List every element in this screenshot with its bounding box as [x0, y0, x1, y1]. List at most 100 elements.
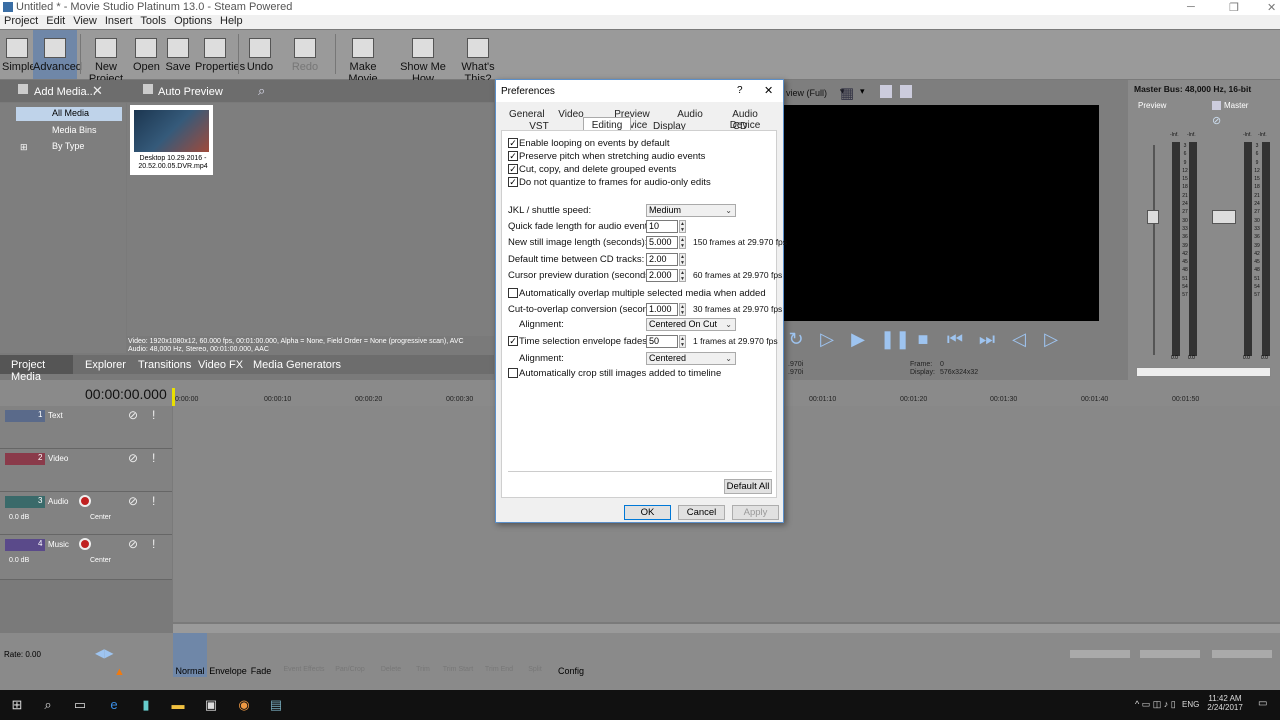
- open-button[interactable]: Open: [133, 30, 160, 79]
- edge-icon[interactable]: e: [106, 697, 122, 713]
- search-icon[interactable]: ⌕: [40, 697, 56, 713]
- file-explorer-icon[interactable]: ▬: [170, 697, 186, 713]
- config-button[interactable]: Config: [556, 633, 586, 676]
- tab-explorer[interactable]: Explorer: [85, 359, 126, 371]
- checkbox-enable-looping[interactable]: ✓: [508, 138, 518, 148]
- envelope-fade-spinner[interactable]: ▲ ▼: [679, 335, 686, 348]
- playhead[interactable]: [172, 388, 175, 406]
- alignment2-select[interactable]: Centered ⌄: [646, 352, 736, 365]
- menu-tools[interactable]: Tools: [136, 15, 170, 27]
- solo-track-icon[interactable]: !: [152, 494, 155, 508]
- jkl-speed-select[interactable]: Medium ⌄: [646, 204, 736, 217]
- tree-all-media[interactable]: All Media: [16, 107, 122, 121]
- close-icon[interactable]: ✕: [764, 84, 773, 97]
- make-movie-button[interactable]: Make Movie: [340, 30, 386, 85]
- advanced-button[interactable]: Advanced: [33, 30, 82, 79]
- track-name[interactable]: Music: [48, 540, 69, 549]
- windows-start-icon[interactable]: ⊞: [9, 697, 25, 713]
- track-header-music[interactable]: 4 Music ⊘ ! 0.0 dB Center: [0, 535, 172, 580]
- tab-project-media[interactable]: Project Media: [0, 355, 73, 383]
- add-media-button[interactable]: Add Media...: [34, 86, 96, 98]
- minimize-icon[interactable]: ─: [1187, 1, 1195, 13]
- apply-button[interactable]: Apply: [732, 505, 779, 520]
- cut-overlap-input[interactable]: 1.000: [646, 303, 678, 316]
- rate-marker-icon[interactable]: ▲: [114, 666, 125, 678]
- record-arm-icon[interactable]: [79, 495, 91, 507]
- language-indicator[interactable]: ENG: [1182, 700, 1199, 709]
- maximize-icon[interactable]: ❐: [1229, 1, 1239, 14]
- delete-button[interactable]: Delete: [378, 633, 404, 673]
- simple-button[interactable]: Simple: [2, 30, 36, 79]
- preview-fader[interactable]: [1147, 210, 1159, 224]
- still-length-spinner[interactable]: ▲ ▼: [679, 236, 686, 249]
- checkbox-envelope-fades[interactable]: ✓: [508, 336, 518, 346]
- master-scrollbar[interactable]: [1136, 367, 1271, 377]
- preview-quality[interactable]: view (Full): [786, 88, 827, 98]
- normal-tool[interactable]: Normal: [173, 633, 207, 677]
- menu-edit[interactable]: Edit: [42, 15, 69, 27]
- app-icon[interactable]: ▮: [138, 697, 154, 713]
- task-view-icon[interactable]: ▭: [72, 697, 88, 713]
- store-icon[interactable]: ▣: [203, 697, 219, 713]
- track-name[interactable]: Text: [48, 411, 63, 420]
- dropdown-arrow-icon[interactable]: ▾: [860, 86, 865, 97]
- track-header-text[interactable]: 1 Text ⊘ !: [0, 406, 172, 449]
- tab-media-generators[interactable]: Media Generators: [253, 359, 341, 371]
- menu-options[interactable]: Options: [170, 15, 216, 27]
- clock[interactable]: 11:42 AM 2/24/2017: [1206, 694, 1244, 712]
- envelope-tool[interactable]: Envelope: [208, 633, 248, 676]
- movie-studio-icon[interactable]: ▤: [268, 697, 284, 713]
- properties-button[interactable]: Properties: [195, 30, 245, 79]
- expand-icon[interactable]: ⊞: [20, 142, 28, 153]
- tab-editing[interactable]: Editing: [583, 117, 631, 131]
- play-icon[interactable]: ▶: [847, 329, 869, 351]
- pan-crop-button[interactable]: Pan/Crop: [332, 633, 368, 673]
- go-to-start-icon[interactable]: ⏮: [944, 329, 966, 351]
- checkbox-no-quantize[interactable]: ✓: [508, 177, 518, 187]
- menu-view[interactable]: View: [69, 15, 101, 27]
- play-from-start-icon[interactable]: ▷: [816, 329, 838, 351]
- ok-button[interactable]: OK: [624, 505, 671, 520]
- previous-frame-icon[interactable]: ◁: [1008, 329, 1030, 351]
- checkbox-grouped-events[interactable]: ✓: [508, 164, 518, 174]
- notifications-icon[interactable]: ▭: [1258, 698, 1267, 709]
- redo-button[interactable]: Redo: [290, 30, 320, 79]
- track-name[interactable]: Video: [48, 454, 68, 463]
- master-fx-icon[interactable]: [1212, 101, 1221, 110]
- grid-icon[interactable]: ▦: [840, 84, 854, 102]
- whats-this-button[interactable]: What's This?: [455, 30, 501, 85]
- still-length-input[interactable]: 5.000: [646, 236, 678, 249]
- cd-gap-spinner[interactable]: ▲ ▼: [679, 253, 686, 266]
- trim-end-button[interactable]: Trim End: [481, 633, 517, 673]
- menu-insert[interactable]: Insert: [101, 15, 137, 27]
- mute-track-icon[interactable]: ⊘: [128, 494, 138, 508]
- remove-icon[interactable]: ✕: [92, 83, 103, 99]
- track-name[interactable]: Audio: [48, 497, 68, 506]
- copy-snapshot-icon[interactable]: [880, 85, 892, 98]
- cursor-preview-spinner[interactable]: ▲ ▼: [679, 269, 686, 282]
- fade-length-spinner[interactable]: ▲ ▼: [679, 220, 686, 233]
- tab-video[interactable]: Video: [556, 109, 586, 120]
- mute-track-icon[interactable]: ⊘: [128, 451, 138, 465]
- cd-gap-input[interactable]: 2.00: [646, 253, 678, 266]
- zoom-slider[interactable]: [1140, 650, 1200, 658]
- mute-icon[interactable]: ⊘: [1212, 114, 1221, 127]
- default-all-button[interactable]: Default All: [724, 479, 772, 494]
- mute-track-icon[interactable]: ⊘: [128, 408, 138, 422]
- media-item[interactable]: Desktop 10.29.2016 - 20.52.00.05.DVR.mp4: [130, 105, 213, 175]
- show-me-how-button[interactable]: Show Me How: [396, 30, 450, 85]
- stop-icon[interactable]: ■: [912, 329, 934, 351]
- checkbox-preserve-pitch[interactable]: ✓: [508, 151, 518, 161]
- track-header-audio[interactable]: 3 Audio ⊘ ! 0.0 dB Center: [0, 492, 172, 535]
- tab-general[interactable]: General: [509, 109, 545, 120]
- pause-icon[interactable]: ❚❚: [880, 329, 910, 351]
- master-fader[interactable]: [1212, 210, 1236, 224]
- solo-track-icon[interactable]: !: [152, 451, 155, 465]
- tab-transitions[interactable]: Transitions: [138, 359, 191, 371]
- event-fx-button[interactable]: Event Effects: [282, 633, 326, 673]
- mute-track-icon[interactable]: ⊘: [128, 537, 138, 551]
- solo-track-icon[interactable]: !: [152, 408, 155, 422]
- loop-icon[interactable]: ↻: [785, 329, 807, 351]
- cursor-preview-input[interactable]: 2.000: [646, 269, 678, 282]
- help-icon[interactable]: ?: [737, 85, 743, 96]
